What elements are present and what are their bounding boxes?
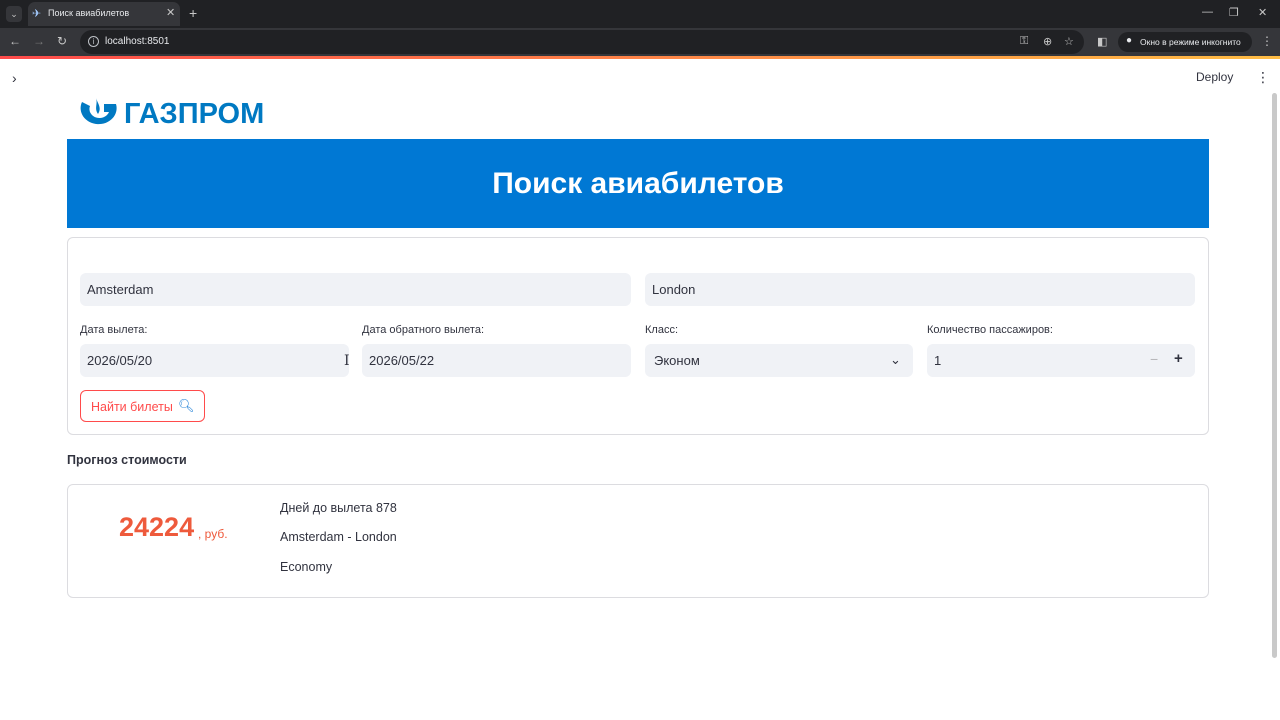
airplane-icon: ✈	[32, 8, 42, 20]
gazprom-emblem-icon	[80, 98, 117, 125]
forecast-class: Economy	[280, 560, 333, 574]
incognito-icon: ●	[1126, 35, 1133, 46]
days-to-departure: Дней до вылета 878	[280, 501, 397, 515]
back-icon[interactable]: ←	[9, 34, 21, 48]
class-label: Класс:	[645, 324, 678, 336]
incognito-indicator[interactable]: ● Окно в режиме инкогнито	[1118, 32, 1252, 52]
forecast-section-title: Прогноз стоимости	[67, 453, 187, 467]
zoom-icon[interactable]: ⊕	[1043, 35, 1052, 48]
logo-text: ГАЗПРОМ	[124, 98, 265, 130]
browser-tabbar: ⌄ ✈ Поиск авиабилетов ✕ + — ❐ ✕	[0, 0, 1280, 28]
incognito-label: Окно в режиме инкогнито	[1140, 37, 1241, 47]
return-date-label: Дата обратного вылета:	[362, 324, 485, 336]
passengers-value: 1	[934, 353, 942, 368]
tab-title: Поиск авиабилетов	[48, 8, 130, 18]
forecast-result-card	[67, 484, 1209, 598]
departure-date-label: Дата вылета:	[80, 324, 148, 336]
class-select[interactable]: Эконом ⌄	[645, 344, 913, 377]
restore-icon[interactable]: ❐	[1229, 6, 1239, 19]
departure-date-value: 2026/05/20	[87, 353, 153, 368]
close-tab-icon[interactable]: ✕	[166, 6, 175, 19]
class-select-value: Эконом	[654, 353, 700, 368]
origin-city-value: Amsterdam	[87, 282, 154, 297]
deploy-button[interactable]: Deploy	[1196, 70, 1233, 84]
increment-icon[interactable]: +	[1174, 350, 1183, 367]
new-tab-icon[interactable]: +	[189, 5, 197, 21]
forecast-price: 24224	[119, 512, 195, 542]
forecast-route: Amsterdam - London	[280, 530, 397, 544]
title-banner: Поиск авиабилетов	[67, 139, 1209, 228]
search-form-container	[67, 237, 1209, 435]
decrement-icon[interactable]: −	[1150, 351, 1158, 367]
bookmark-star-icon[interactable]: ☆	[1064, 35, 1074, 48]
browser-tab[interactable]: ✈ Поиск авиабилетов ✕	[28, 2, 180, 26]
return-date-value: 2026/05/22	[369, 353, 435, 368]
address-bar[interactable]: i localhost:8501 ⚿ ⊕ ☆	[80, 30, 1084, 54]
search-tickets-button[interactable]: Найти билеты 🔍︎	[80, 390, 205, 422]
destination-city-input[interactable]: London	[645, 273, 1195, 306]
browser-menu-icon[interactable]: ⋮	[1261, 34, 1273, 48]
origin-city-input[interactable]: Amsterdam	[80, 273, 631, 306]
page-title: Поиск авиабилетов	[492, 167, 784, 200]
forecast-price-unit: , руб.	[198, 527, 228, 541]
sidebar-expand-chevron-icon[interactable]: ›	[12, 70, 17, 86]
return-date-input[interactable]: 2026/05/22	[362, 344, 631, 377]
forward-icon[interactable]: →	[33, 34, 45, 48]
reload-icon[interactable]: ↻	[57, 34, 67, 48]
site-info-icon[interactable]: i	[88, 36, 99, 47]
page-scrollbar[interactable]	[1272, 93, 1277, 658]
minimize-icon[interactable]: —	[1202, 6, 1213, 18]
magnifier-icon: 🔍︎	[178, 398, 195, 413]
main-menu-icon[interactable]: ⋮	[1256, 69, 1270, 86]
chevron-down-icon[interactable]: ⌄	[890, 352, 901, 368]
browser-toolbar: ← → ↻ i localhost:8501 ⚿ ⊕ ☆ ◧ ● Окно в …	[0, 28, 1280, 56]
passengers-label: Количество пассажиров:	[927, 324, 1053, 336]
search-tickets-button-label: Найти билеты	[91, 400, 173, 414]
address-url: localhost:8501	[105, 36, 170, 47]
window-close-icon[interactable]: ✕	[1258, 6, 1267, 19]
departure-date-input[interactable]: 2026/05/20	[80, 344, 349, 377]
side-panel-icon[interactable]: ◧	[1097, 35, 1107, 48]
gazprom-logo: ГАЗПРОМ	[76, 94, 264, 132]
destination-city-value: London	[652, 282, 696, 297]
password-key-icon[interactable]: ⚿	[1020, 35, 1028, 48]
tab-list-menu-icon[interactable]: ⌄	[6, 6, 22, 22]
text-cursor-icon: I	[344, 353, 350, 369]
